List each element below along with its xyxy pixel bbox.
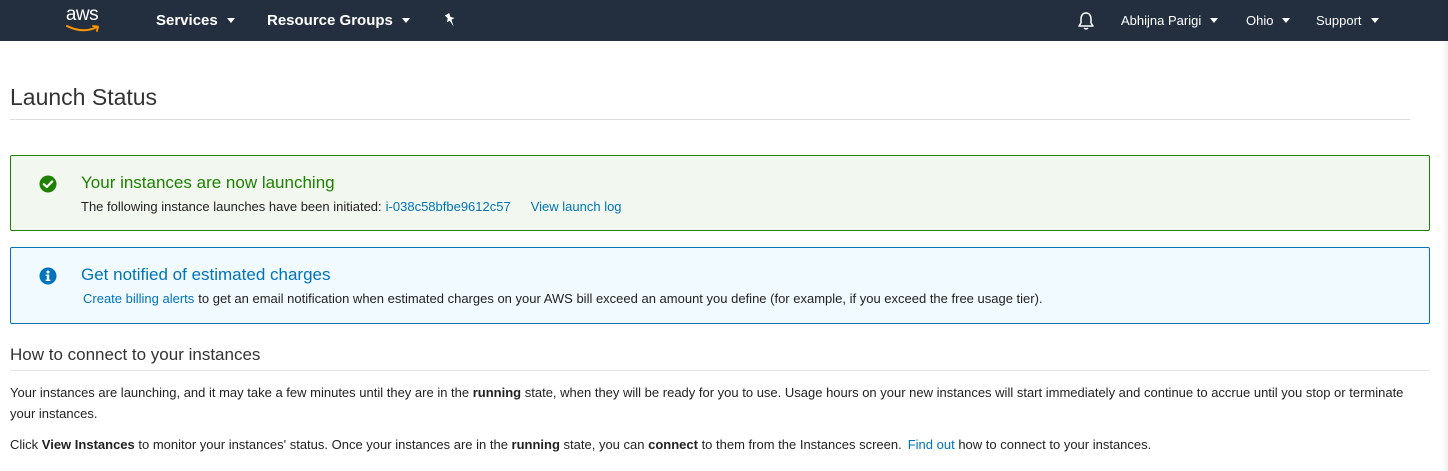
view-launch-log-link[interactable]: View launch log — [531, 199, 622, 214]
aws-logo[interactable]: aws — [60, 5, 104, 35]
user-menu[interactable]: Abhijna Parigi — [1121, 0, 1219, 41]
top-navigation-bar: aws Services Resource Groups Abhijna Par… — [0, 0, 1448, 41]
info-circle-icon — [39, 267, 57, 290]
create-billing-alerts-link[interactable]: Create billing alerts — [83, 291, 194, 306]
launch-success-alert: Your instances are now launching The fol… — [10, 155, 1430, 231]
p2-view-instances-bold: View Instances — [41, 437, 135, 452]
billing-body: Create billing alerts to get an email not… — [83, 291, 1043, 306]
billing-info-alert: Get notified of estimated charges Create… — [10, 247, 1430, 324]
p2-text-e: how to connect to your instances. — [954, 437, 1152, 452]
support-menu[interactable]: Support — [1316, 0, 1379, 41]
user-label: Abhijna Parigi — [1121, 13, 1202, 28]
resource-groups-menu[interactable]: Resource Groups — [267, 0, 410, 41]
launching-paragraph: Your instances are launching, and it may… — [10, 382, 1425, 424]
services-label: Services — [156, 12, 218, 29]
p2-text-d: to them from the Instances screen. — [697, 437, 902, 452]
success-body: The following instance launches have bee… — [81, 199, 622, 214]
p1-running-bold: running — [472, 385, 522, 400]
p2-text-c: state, you can — [559, 437, 649, 452]
section-divider — [10, 370, 1430, 371]
p2-running-bold: running — [511, 437, 560, 452]
instance-id-link[interactable]: i-038c58bfbe9612c57 — [386, 199, 511, 214]
aws-smile-icon — [66, 25, 99, 32]
success-heading: Your instances are now launching — [81, 173, 335, 192]
billing-heading: Get notified of estimated charges — [81, 265, 331, 284]
page-edge-shadow — [1442, 0, 1448, 471]
connect-section-title: How to connect to your instances — [10, 345, 261, 364]
resource-groups-label: Resource Groups — [267, 12, 393, 29]
p2-text-b: to monitor your instances' status. Once … — [134, 437, 512, 452]
title-divider — [10, 119, 1410, 120]
aws-logo-text: aws — [65, 4, 99, 25]
pin-icon[interactable] — [444, 12, 458, 33]
support-label: Support — [1316, 13, 1362, 28]
chevron-down-icon — [1370, 18, 1379, 24]
chevron-down-icon — [1282, 18, 1291, 24]
chevron-down-icon — [226, 17, 235, 23]
billing-body-text: to get an email notification when estima… — [198, 291, 1043, 306]
chevron-down-icon — [1210, 18, 1219, 24]
view-instances-paragraph: Click View Instances to monitor your ins… — [10, 434, 1425, 455]
chevron-down-icon — [401, 17, 410, 23]
p2-connect-bold: connect — [648, 437, 698, 452]
check-circle-icon — [39, 175, 57, 198]
find-out-link[interactable]: Find out — [908, 437, 955, 452]
success-body-text: The following instance launches have bee… — [81, 199, 382, 214]
page-title: Launch Status — [10, 84, 158, 110]
region-menu[interactable]: Ohio — [1246, 0, 1291, 41]
p1-text-a: Your instances are launching, and it may… — [10, 385, 473, 400]
services-menu[interactable]: Services — [156, 0, 235, 41]
region-label: Ohio — [1246, 13, 1274, 28]
p2-text-a: Click — [10, 437, 42, 452]
bell-icon[interactable] — [1077, 11, 1095, 36]
